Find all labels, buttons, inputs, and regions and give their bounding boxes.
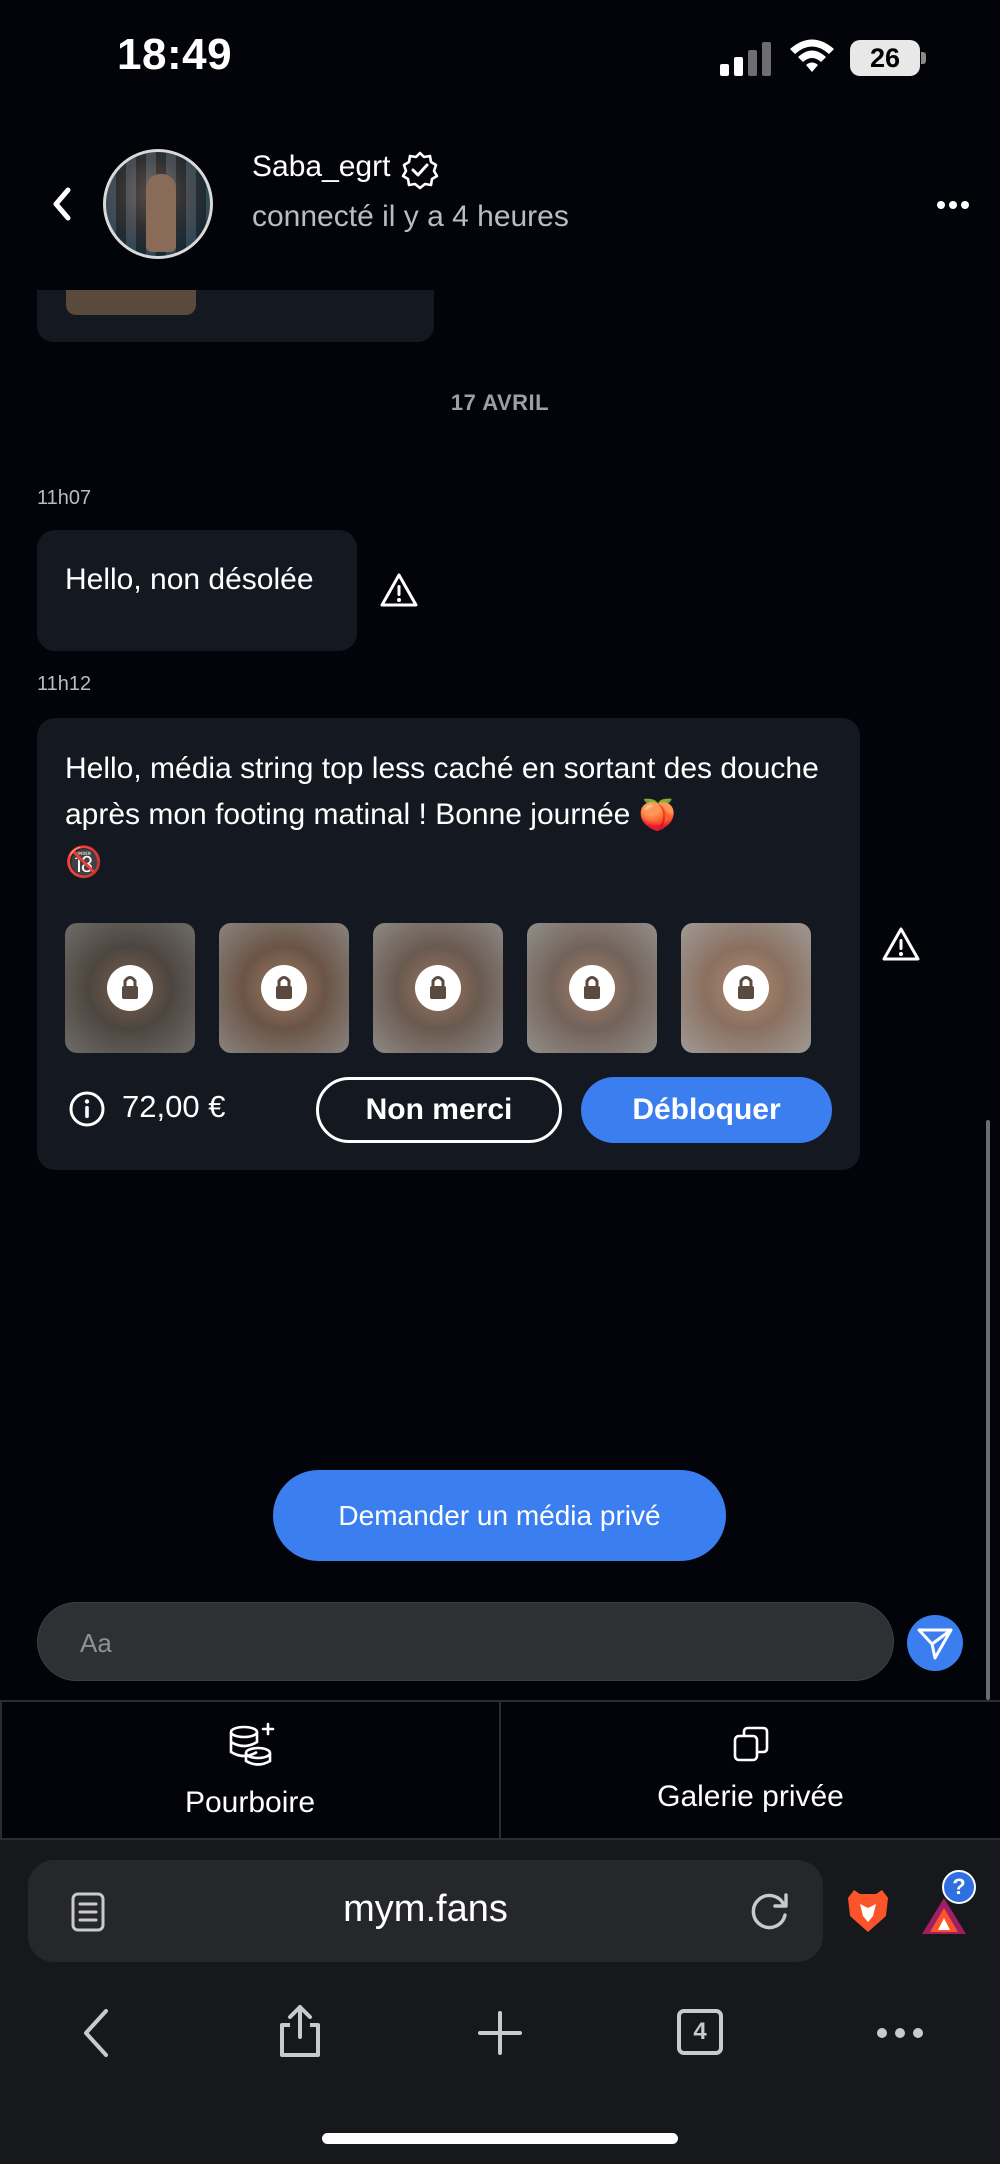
browser-menu-icon[interactable]	[870, 2003, 930, 2063]
home-indicator[interactable]	[322, 2133, 678, 2144]
locked-media-thumbnail[interactable]	[681, 923, 811, 1053]
locked-media-thumbnail[interactable]	[527, 923, 657, 1053]
avatar[interactable]	[103, 149, 213, 259]
gallery-icon	[733, 1726, 769, 1762]
notification-badge[interactable]: ?	[942, 1870, 976, 1904]
tab-private-gallery[interactable]: Galerie privée	[501, 1702, 1000, 1838]
decline-button[interactable]: Non merci	[316, 1077, 562, 1143]
username[interactable]: Saba_egrt	[252, 150, 390, 184]
url-text[interactable]: mym.fans	[28, 1888, 823, 1931]
battery-level: 26	[850, 40, 920, 76]
locked-media-thumbnail[interactable]	[65, 923, 195, 1053]
back-chevron-icon[interactable]	[44, 184, 80, 224]
battery-indicator: 26	[850, 40, 928, 76]
verified-badge-icon	[401, 151, 439, 190]
media-price: 72,00 €	[122, 1089, 226, 1124]
previous-message-image[interactable]	[66, 290, 196, 315]
lock-icon	[723, 965, 769, 1011]
unlock-button[interactable]: Débloquer	[581, 1077, 832, 1143]
reload-icon[interactable]	[748, 1889, 792, 1933]
lock-icon	[415, 965, 461, 1011]
scrollbar[interactable]	[986, 1120, 990, 1700]
cellular-signal-icon	[720, 42, 771, 76]
report-warning-icon[interactable]	[379, 572, 419, 608]
message-text: Hello, média string top less caché en so…	[65, 746, 835, 886]
presence-status: connecté il y a 4 heures	[252, 200, 569, 233]
tab-tip[interactable]: Pourboire	[0, 1702, 499, 1838]
tab-count-button[interactable]: 4	[677, 2009, 723, 2055]
report-warning-icon[interactable]	[881, 926, 921, 962]
message-timestamp: 11h12	[37, 673, 92, 695]
message-text: Hello, non désolée	[65, 563, 314, 596]
new-tab-plus-icon[interactable]	[470, 2003, 530, 2063]
coins-plus-icon	[229, 1722, 275, 1766]
status-time: 18:49	[117, 30, 233, 79]
adults-only-emoji: 🔞	[65, 846, 103, 880]
send-icon	[917, 1628, 953, 1660]
info-icon[interactable]	[68, 1090, 106, 1128]
locked-media-thumbnail[interactable]	[219, 923, 349, 1053]
wifi-icon	[790, 39, 834, 72]
date-separator: 17 AVRIL	[450, 390, 550, 415]
battery-tip	[921, 52, 926, 64]
locked-media-thumbnail[interactable]	[373, 923, 503, 1053]
lock-icon	[569, 965, 615, 1011]
share-icon[interactable]	[270, 2001, 330, 2061]
lock-icon	[107, 965, 153, 1011]
peach-emoji: 🍑	[638, 799, 677, 833]
message-timestamp: 11h07	[37, 487, 92, 509]
tab-label: Galerie privée	[657, 1780, 844, 1813]
message-body: Hello, média string top less caché en so…	[65, 752, 819, 831]
more-options-icon[interactable]	[936, 198, 970, 212]
tab-label: Pourboire	[184, 1786, 316, 1819]
avatar-figure	[146, 174, 176, 252]
lock-icon	[261, 965, 307, 1011]
message-input[interactable]	[78, 1623, 862, 1663]
request-private-media-button[interactable]: Demander un média privé	[273, 1470, 726, 1561]
brave-shields-icon[interactable]	[846, 1886, 890, 1936]
browser-back-icon[interactable]	[70, 2003, 130, 2063]
message-composer	[37, 1602, 894, 1681]
send-button[interactable]	[907, 1615, 963, 1671]
